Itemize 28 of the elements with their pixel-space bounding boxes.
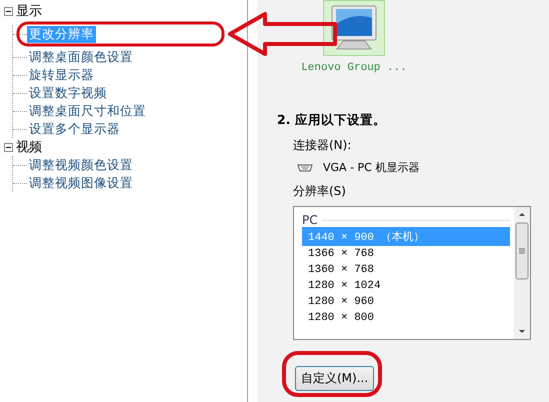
tree-item[interactable]: 调整桌面颜色设置 <box>27 48 135 66</box>
display-name: Lenovo Group ... <box>301 62 407 74</box>
monitor-icon <box>329 4 379 52</box>
tree-item[interactable]: 旋转显示器 <box>27 66 96 84</box>
tree-item[interactable]: 设置数字视频 <box>27 84 109 102</box>
step-title: 2. 应用以下设置。 <box>277 112 387 129</box>
connector-label: 连接器(N): <box>293 137 352 154</box>
vga-port-icon <box>297 164 313 172</box>
resolution-label: 分辨率(S) <box>293 183 347 200</box>
group-label: PC <box>302 213 318 227</box>
tree-item[interactable]: 调整视频图像设置 <box>27 174 135 192</box>
custom-button[interactable]: 自定义(M)... <box>295 366 374 391</box>
resolution-option[interactable]: 1366 × 768 <box>302 246 510 262</box>
resolution-option[interactable]: 1280 × 800 <box>302 310 510 326</box>
connector-value: VGA - PC 机显示器 <box>323 160 420 175</box>
collapse-icon[interactable] <box>4 142 13 152</box>
tree-item[interactable]: 调整视频颜色设置 <box>27 156 135 174</box>
tree-item[interactable]: 设置多个显示器 <box>27 120 122 138</box>
resolution-option[interactable]: 1360 × 768 <box>302 262 510 278</box>
tree-item[interactable]: 调整桌面尺寸和位置 <box>27 102 148 120</box>
resolution-option[interactable]: 1280 × 1024 <box>302 278 510 294</box>
resolution-option[interactable]: 1280 × 960 <box>302 294 510 310</box>
collapse-icon[interactable] <box>4 6 13 16</box>
tree-category[interactable]: 视频 <box>16 138 42 156</box>
resolution-list[interactable]: PC 1440 × 900 （本机） 1366 × 768 1360 × 768 1280 × 1024 1280 × 960 1280 × 800 <box>293 206 531 340</box>
tree-category[interactable]: 显示 <box>16 2 42 20</box>
display-tile[interactable] <box>323 0 385 56</box>
scrollbar[interactable] <box>514 207 530 339</box>
